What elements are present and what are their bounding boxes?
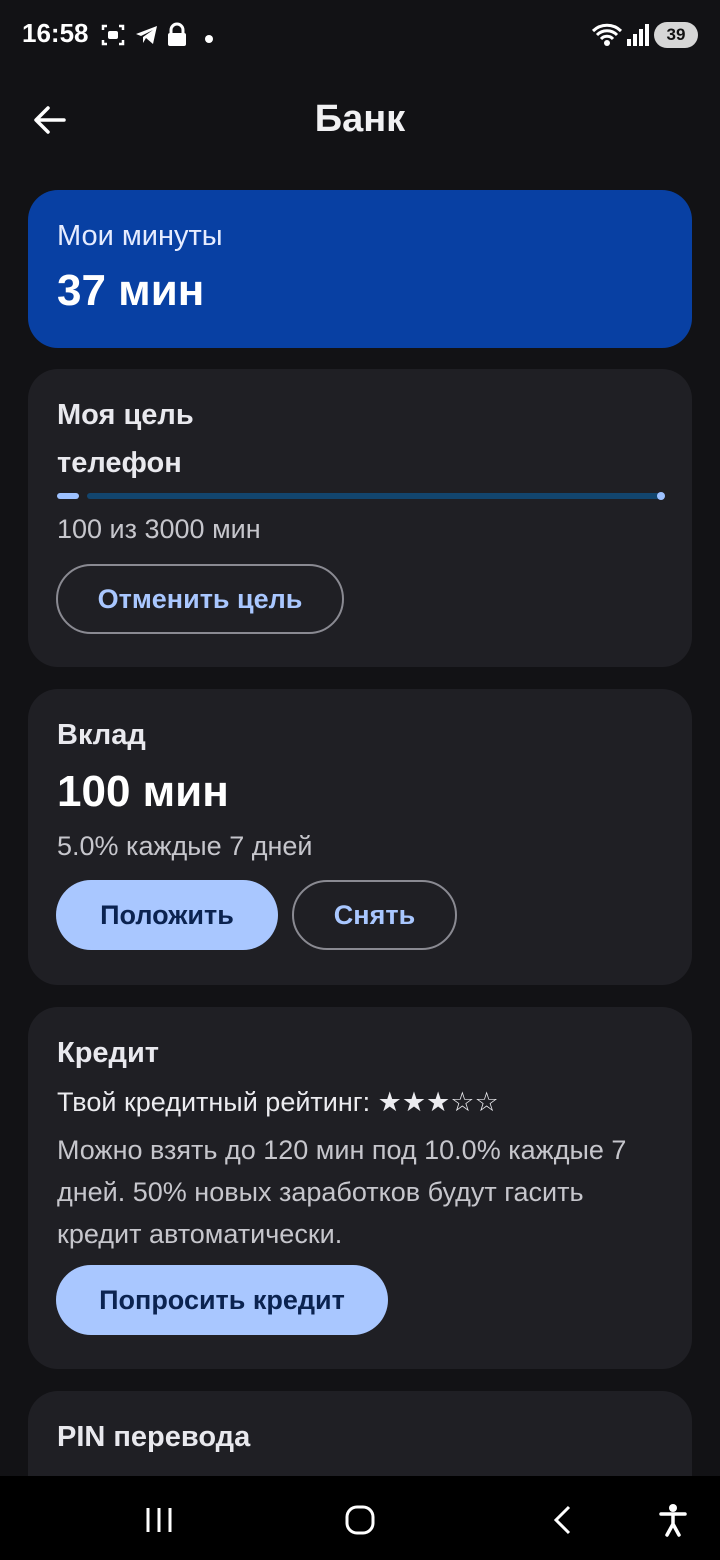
status-bar: 16:58 39 xyxy=(0,0,720,70)
goal-card: Моя цель телефон 100 из 3000 мин Отменит… xyxy=(28,369,692,667)
deposit-label: Вклад xyxy=(57,719,146,751)
page-title: Банк xyxy=(314,98,406,140)
battery-indicator: 39 xyxy=(654,22,698,48)
notification-dot-icon xyxy=(204,31,214,49)
goal-label: Моя цель xyxy=(57,399,194,431)
telegram-icon xyxy=(134,22,160,53)
minutes-card: Мои минуты 37 мин xyxy=(28,190,692,348)
minutes-label: Мои минуты xyxy=(57,220,223,252)
recent-apps-icon xyxy=(146,1508,172,1532)
signal-icon xyxy=(626,22,650,53)
deposit-button[interactable]: Положить xyxy=(56,880,278,950)
top-app-bar: Банк xyxy=(0,80,720,160)
credit-rating: Твой кредитный рейтинг: ★★★☆☆ xyxy=(57,1087,499,1117)
screenshot-icon xyxy=(100,22,126,53)
withdraw-button[interactable]: Снять xyxy=(292,880,457,950)
deposit-card: Вклад 100 мин 5.0% каждые 7 дней Положит… xyxy=(28,689,692,985)
accessibility-icon xyxy=(659,1504,687,1537)
credit-card: Кредит Твой кредитный рейтинг: ★★★☆☆ Мож… xyxy=(28,1007,692,1369)
request-credit-button[interactable]: Попросить кредит xyxy=(56,1265,388,1335)
recent-apps-button[interactable] xyxy=(135,1496,183,1544)
deposit-rate: 5.0% каждые 7 дней xyxy=(57,831,313,861)
deposit-value: 100 мин xyxy=(57,767,229,816)
goal-progress-indicator xyxy=(57,493,79,499)
goal-progress-track xyxy=(87,493,663,499)
system-nav-bar xyxy=(0,1476,720,1560)
home-icon xyxy=(345,1505,375,1535)
status-time: 16:58 xyxy=(22,18,89,48)
goal-progress-end-dot xyxy=(657,492,665,500)
credit-label: Кредит xyxy=(57,1037,159,1069)
minutes-value: 37 мин xyxy=(57,266,205,315)
pin-label: PIN перевода xyxy=(57,1421,251,1453)
goal-progress-text: 100 из 3000 мин xyxy=(57,514,261,544)
credit-description: Можно взять до 120 мин под 10.0% каждые … xyxy=(57,1135,627,1249)
goal-name: телефон xyxy=(57,447,182,479)
accessibility-button[interactable] xyxy=(649,1496,697,1544)
nav-back-button[interactable] xyxy=(538,1496,586,1544)
wifi-icon xyxy=(591,22,623,53)
lock-icon xyxy=(166,22,188,53)
nav-back-icon xyxy=(553,1505,571,1535)
cancel-goal-button[interactable]: Отменить цель xyxy=(56,564,344,634)
home-button[interactable] xyxy=(336,1496,384,1544)
